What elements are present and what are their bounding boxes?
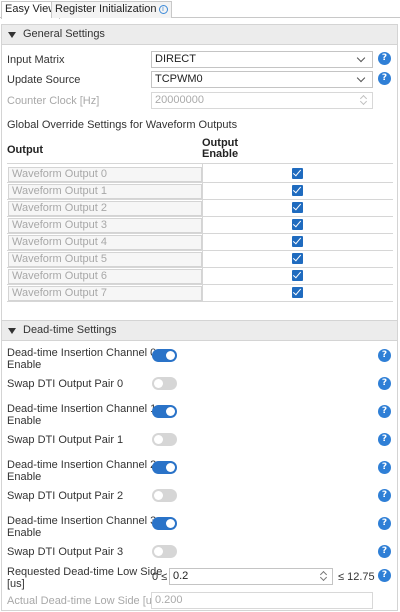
waveform-output-name: Waveform Output 0 bbox=[8, 167, 202, 182]
input-matrix-value: DIRECT bbox=[155, 53, 196, 65]
spinner-icon bbox=[359, 94, 368, 107]
table-header-output: Output bbox=[7, 144, 44, 156]
help-icon[interactable]: ? bbox=[378, 433, 391, 446]
output-enable-checkbox[interactable] bbox=[292, 253, 303, 264]
chevron-down-icon bbox=[356, 73, 366, 83]
dti-channel-2-toggle[interactable] bbox=[152, 461, 177, 474]
counter-clock-spinbox[interactable]: 20000000 bbox=[151, 92, 373, 109]
waveform-output-name: Waveform Output 6 bbox=[8, 269, 202, 284]
actual-deadtime-field: 0.200 bbox=[151, 592, 373, 609]
waveform-output-name: Waveform Output 7 bbox=[8, 286, 202, 301]
help-icon[interactable]: ? bbox=[378, 405, 391, 418]
help-icon[interactable]: ? bbox=[378, 489, 391, 502]
general-settings-header[interactable]: General Settings bbox=[2, 25, 397, 45]
dti-channel-1-toggle[interactable] bbox=[152, 405, 177, 418]
counter-clock-label: Counter Clock [Hz] bbox=[7, 95, 100, 107]
update-source-value: TCPWM0 bbox=[155, 73, 203, 85]
requested-deadtime-spinbox[interactable]: 0.2 bbox=[169, 568, 333, 585]
requested-deadtime-min: 0 ≤ bbox=[152, 571, 168, 583]
waveform-output-name: Waveform Output 2 bbox=[8, 201, 202, 216]
chevron-down-icon bbox=[356, 53, 366, 63]
update-source-select[interactable]: TCPWM0 bbox=[151, 71, 373, 88]
tab-easy-view-label: Easy View bbox=[5, 3, 57, 15]
dti-channel-2-label-line2: Enable bbox=[7, 471, 42, 483]
output-enable-checkbox[interactable] bbox=[292, 202, 303, 213]
help-icon[interactable]: ? bbox=[378, 377, 391, 390]
waveform-output-name: Waveform Output 4 bbox=[8, 235, 202, 250]
help-icon[interactable]: ? bbox=[378, 349, 391, 362]
collapse-triangle-icon bbox=[8, 32, 16, 38]
dti-channel-3-label-line2: Enable bbox=[7, 527, 42, 539]
actual-deadtime-label: Actual Dead-time Low Side [us] bbox=[7, 595, 161, 607]
actual-deadtime-value: 0.200 bbox=[155, 594, 183, 606]
swap-dti-pair-2-label: Swap DTI Output Pair 2 bbox=[7, 490, 124, 502]
input-matrix-select[interactable]: DIRECT bbox=[151, 51, 373, 68]
swap-dti-pair-0-toggle[interactable] bbox=[152, 377, 177, 390]
output-enable-checkbox[interactable] bbox=[292, 219, 303, 230]
deadtime-settings-header[interactable]: Dead-time Settings bbox=[2, 321, 397, 341]
override-settings-title: Global Override Settings for Waveform Ou… bbox=[7, 119, 238, 131]
swap-dti-pair-3-toggle[interactable] bbox=[152, 545, 177, 558]
spinner-icon[interactable] bbox=[319, 570, 328, 583]
swap-dti-pair-1-label: Swap DTI Output Pair 1 bbox=[7, 434, 124, 446]
help-icon[interactable]: ? bbox=[378, 517, 391, 530]
help-icon[interactable]: ? bbox=[378, 461, 391, 474]
info-icon: i bbox=[158, 5, 168, 14]
collapse-triangle-icon bbox=[8, 328, 16, 334]
dti-channel-0-toggle[interactable] bbox=[152, 349, 177, 362]
tab-bar: Easy View Register Initialization i bbox=[0, 0, 400, 19]
help-icon[interactable]: ? bbox=[378, 569, 391, 582]
swap-dti-pair-3-label: Swap DTI Output Pair 3 bbox=[7, 546, 124, 558]
deadtime-settings-title: Dead-time Settings bbox=[23, 324, 117, 336]
output-enable-checkbox[interactable] bbox=[292, 168, 303, 179]
help-icon[interactable]: ? bbox=[378, 545, 391, 558]
output-enable-checkbox[interactable] bbox=[292, 287, 303, 298]
tab-register-initialization-label: Register Initialization bbox=[55, 3, 157, 15]
output-enable-checkbox[interactable] bbox=[292, 236, 303, 247]
output-enable-checkbox[interactable] bbox=[292, 270, 303, 281]
general-settings-panel: General Settings Input Matrix DIRECT ? U… bbox=[1, 24, 398, 344]
deadtime-settings-panel: Dead-time Settings Dead-time Insertion C… bbox=[1, 320, 398, 611]
general-settings-title: General Settings bbox=[23, 28, 105, 40]
help-icon[interactable]: ? bbox=[378, 72, 391, 85]
swap-dti-pair-0-label: Swap DTI Output Pair 0 bbox=[7, 378, 124, 390]
requested-deadtime-max: ≤ 12.75 bbox=[338, 571, 375, 583]
input-matrix-label: Input Matrix bbox=[7, 54, 65, 66]
table-header-output-enable-line2: Enable bbox=[202, 148, 239, 160]
dti-channel-0-label-line2: Enable bbox=[7, 359, 42, 371]
waveform-output-name: Waveform Output 5 bbox=[8, 252, 202, 267]
tab-register-initialization[interactable]: Register Initialization i bbox=[51, 1, 172, 18]
waveform-output-name: Waveform Output 3 bbox=[8, 218, 202, 233]
requested-deadtime-value: 0.2 bbox=[173, 570, 189, 582]
help-icon[interactable]: ? bbox=[378, 52, 391, 65]
dti-channel-3-toggle[interactable] bbox=[152, 517, 177, 530]
requested-deadtime-label: Requested Dead-time Low Side bbox=[7, 566, 163, 578]
dti-channel-1-label-line2: Enable bbox=[7, 415, 42, 427]
waveform-output-name: Waveform Output 1 bbox=[8, 184, 202, 199]
swap-dti-pair-1-toggle[interactable] bbox=[152, 433, 177, 446]
counter-clock-value: 20000000 bbox=[155, 94, 204, 106]
requested-deadtime-unit: [us] bbox=[7, 578, 25, 590]
output-enable-checkbox[interactable] bbox=[292, 185, 303, 196]
update-source-label: Update Source bbox=[7, 74, 81, 86]
swap-dti-pair-2-toggle[interactable] bbox=[152, 489, 177, 502]
